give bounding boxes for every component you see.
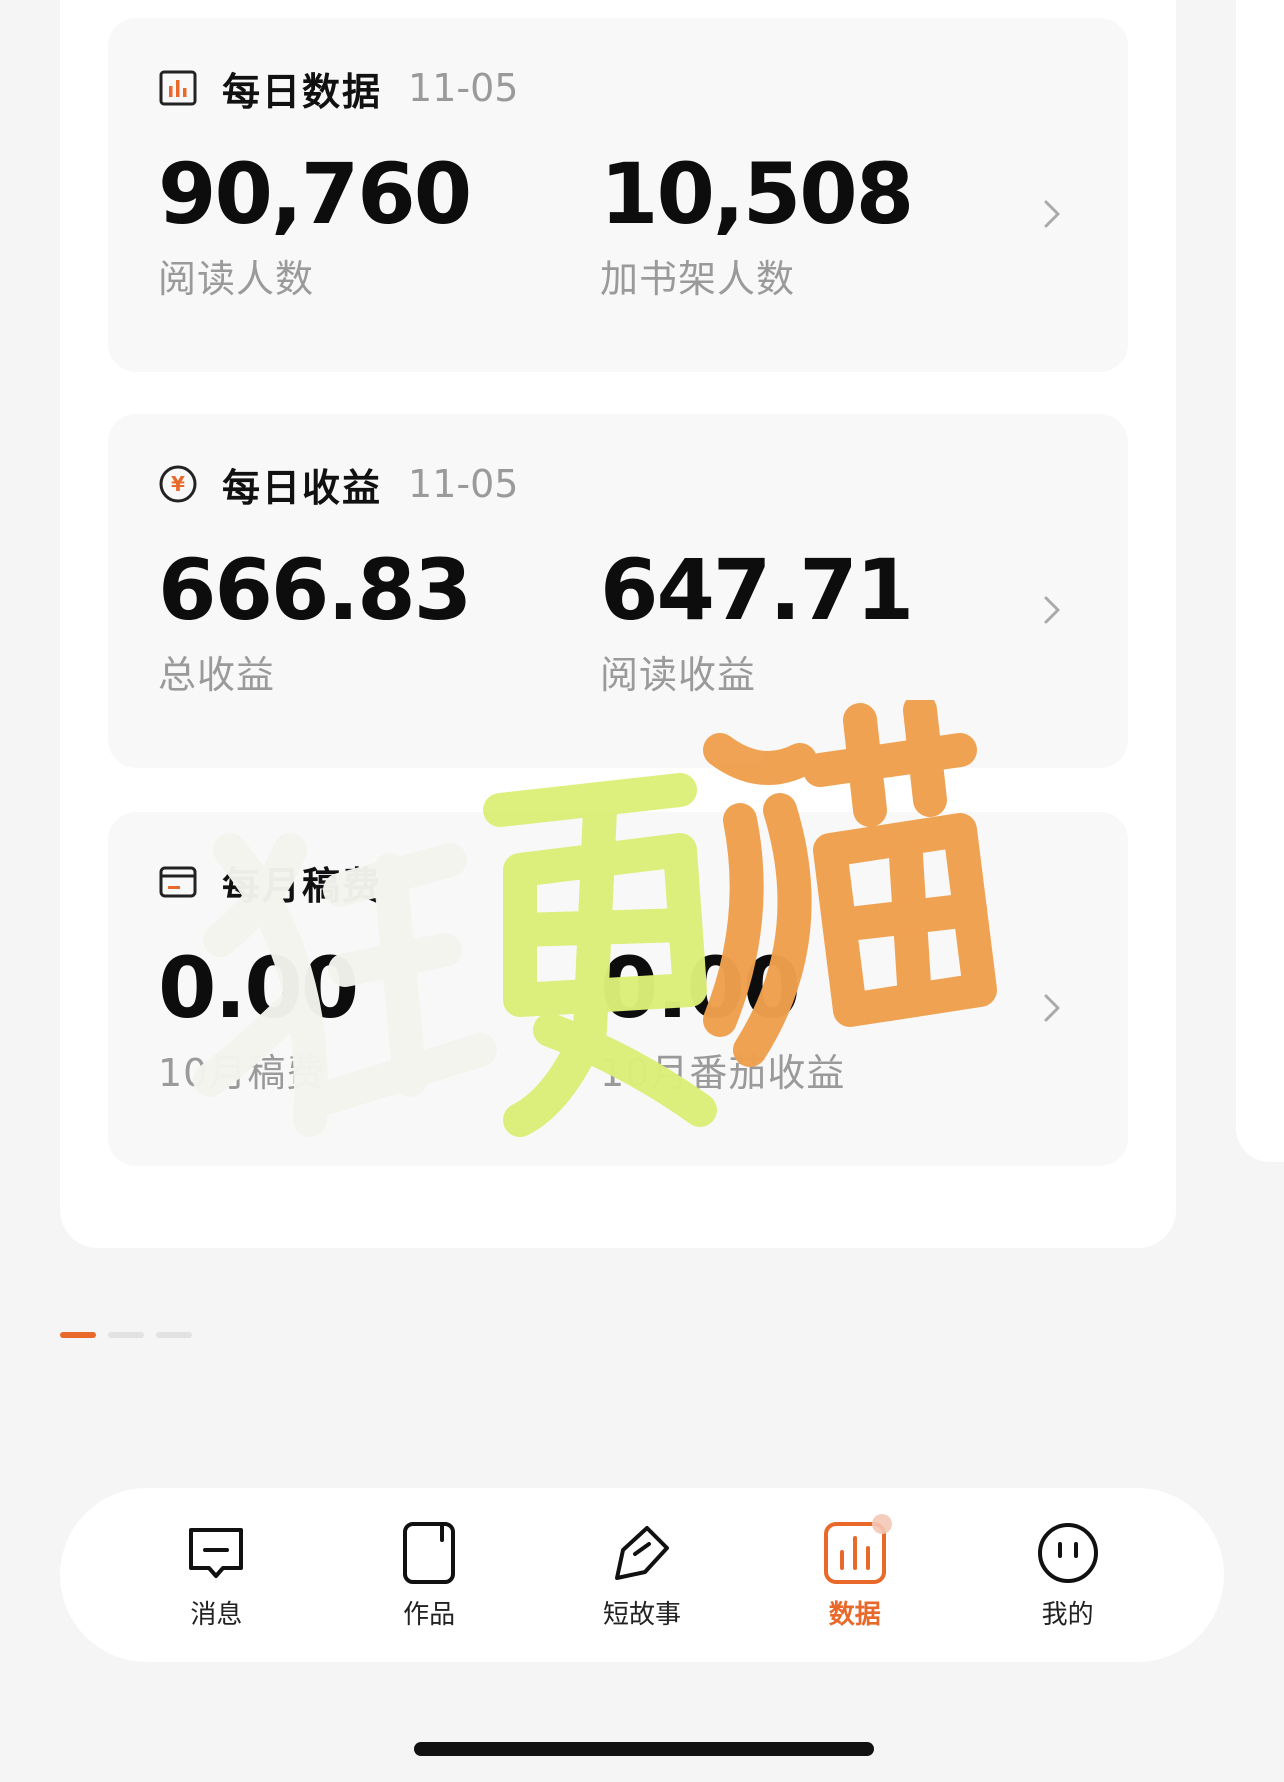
metric-label: 阅读收益 [600, 653, 757, 697]
chevron-right-icon[interactable] [1032, 590, 1072, 630]
face-icon [1035, 1520, 1101, 1586]
card-header: 每月稿费 [158, 856, 408, 908]
daily-earnings-card[interactable]: ¥ 每日收益 11-05 666.83 总收益 647.71 阅读收益 [108, 414, 1128, 768]
book-icon [396, 1520, 462, 1586]
metric-label: 阅读人数 [158, 257, 315, 301]
tab-label: 我的 [1041, 1599, 1094, 1630]
page-indicator [60, 1332, 192, 1338]
bookshelf-adds-metric: 10,508 加书架人数 [600, 145, 914, 303]
metric-value: 90,760 [158, 145, 472, 243]
tab-works[interactable]: 作品 [339, 1520, 519, 1631]
tab-label: 数据 [828, 1599, 881, 1630]
reading-earnings-metric: 647.71 阅读收益 [600, 541, 914, 699]
next-panel-peek[interactable] [1236, 0, 1284, 1162]
tab-data[interactable]: 数据 [765, 1513, 945, 1631]
card-date: 11-05 [408, 462, 519, 506]
page-dot-active [60, 1332, 96, 1338]
home-indicator[interactable] [414, 1742, 874, 1756]
card-title: 每日收益 [222, 465, 383, 510]
message-icon [183, 1520, 249, 1586]
metric-label: 加书架人数 [600, 257, 796, 301]
page-dot [108, 1332, 144, 1338]
metric-label: 总收益 [158, 653, 276, 697]
monthly-royalty-card[interactable]: 每月稿费 0.00 10月稿费 0.00 10月番茄收益 [108, 812, 1128, 1166]
metric-label: 10月番茄收益 [600, 1051, 846, 1095]
metric-value: 647.71 [600, 541, 914, 639]
daily-data-card[interactable]: 每日数据 11-05 90,760 阅读人数 10,508 加书架人数 [108, 18, 1128, 372]
card-title: 每月稿费 [222, 863, 383, 908]
chevron-right-icon[interactable] [1032, 194, 1072, 234]
bar-chart-icon [158, 68, 198, 108]
card-date: 11-05 [408, 66, 519, 110]
tab-label: 短故事 [602, 1599, 681, 1630]
tab-short-stories[interactable]: 短故事 [552, 1520, 732, 1631]
monthly-royalty-metric: 0.00 10月稿费 [158, 939, 359, 1097]
data-chart-icon [822, 1513, 892, 1586]
notification-dot [871, 1513, 892, 1534]
pen-nib-icon [609, 1520, 675, 1586]
metric-label: 10月稿费 [158, 1051, 326, 1095]
card-title: 每日数据 [222, 69, 383, 114]
page-dot [156, 1332, 192, 1338]
svg-text:¥: ¥ [171, 472, 185, 496]
wallet-icon [158, 862, 198, 902]
bottom-tab-bar: 消息 作品 短故事 数据 我的 [60, 1488, 1224, 1662]
readers-metric: 90,760 阅读人数 [158, 145, 472, 303]
tab-profile[interactable]: 我的 [978, 1520, 1158, 1631]
tab-label: 作品 [403, 1599, 456, 1630]
tab-messages[interactable]: 消息 [126, 1520, 306, 1631]
metric-value: 0.00 [158, 939, 359, 1037]
yen-coin-icon: ¥ [158, 464, 198, 504]
tomato-earnings-metric: 0.00 10月番茄收益 [600, 940, 845, 1097]
card-header: 每日数据 11-05 [158, 62, 518, 114]
metric-value: 666.83 [158, 541, 472, 639]
tab-label: 消息 [190, 1599, 243, 1630]
metric-value: 10,508 [600, 145, 914, 243]
total-earnings-metric: 666.83 总收益 [158, 541, 472, 699]
chevron-right-icon[interactable] [1032, 988, 1072, 1028]
metric-value: 0.00 [600, 939, 801, 1037]
card-header: ¥ 每日收益 11-05 [158, 458, 518, 510]
